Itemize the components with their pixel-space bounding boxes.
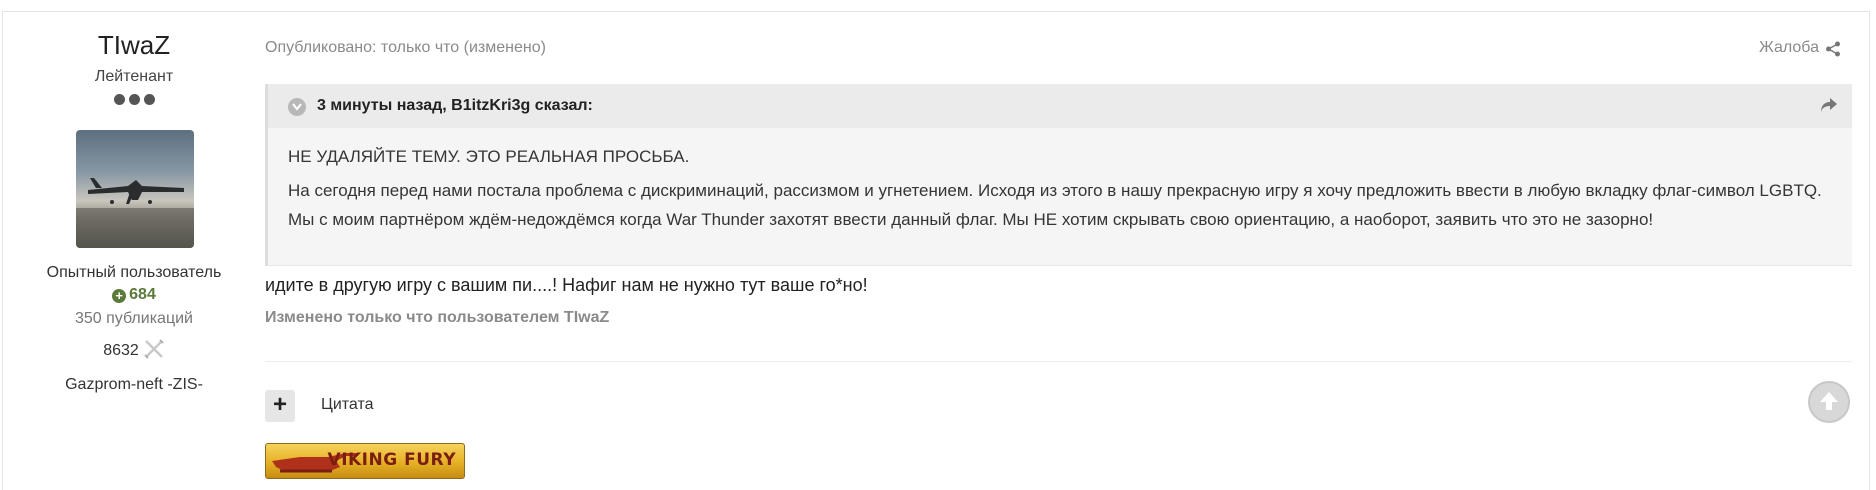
report-link[interactable]: Жалоба — [1759, 39, 1819, 57]
chevron-down-icon — [292, 103, 302, 111]
crossed-swords-icon — [144, 339, 164, 359]
divider — [265, 361, 1852, 362]
rank-pip — [143, 94, 155, 105]
rank-pips — [3, 94, 265, 105]
collapse-quote-toggle[interactable] — [288, 98, 306, 116]
forum-post: TIwaZ Лейтенант Опытный пользователь +68… — [2, 11, 1870, 490]
go-to-quote-icon[interactable] — [1820, 97, 1838, 113]
reputation-value: 684 — [129, 286, 156, 303]
game-stat: 8632 — [3, 338, 265, 360]
signature-banner: VIKING FURY — [265, 443, 465, 479]
quote-button[interactable]: Цитата — [321, 396, 374, 414]
clan-name: Gazprom-neft -ZIS- — [65, 376, 203, 393]
quote-line: НЕ УДАЛЯЙТЕ ТЕМУ. ЭТО РЕАЛЬНАЯ ПРОСЬБА. — [288, 147, 690, 166]
game-stat-value: 8632 — [103, 342, 139, 359]
author-name[interactable]: TIwaZ — [3, 30, 265, 61]
edited-notice: Изменено только что пользователем TIwaZ — [265, 309, 610, 326]
back-to-top-button[interactable] — [1808, 381, 1850, 423]
multiquote-button[interactable]: + — [265, 390, 295, 422]
quoted-post: 3 минуты назад, B1itzKri3g сказал: НЕ УД… — [265, 84, 1852, 266]
arrow-up-icon — [1820, 392, 1838, 410]
share-icon[interactable] — [1825, 41, 1841, 57]
reply-text: идите в другую игру с вашим пи....! Нафи… — [265, 275, 868, 295]
quote-header: 3 минуты назад, B1itzKri3g сказал: — [268, 84, 1852, 128]
quote-body: НЕ УДАЛЯЙТЕ ТЕМУ. ЭТО РЕАЛЬНАЯ ПРОСЬБА. … — [288, 142, 1828, 239]
quote-line: На сегодня перед нами постала проблема с… — [288, 181, 1822, 229]
aircraft-image — [76, 178, 194, 248]
avatar[interactable] — [76, 130, 194, 248]
quote-citation[interactable]: 3 минуты назад, B1itzKri3g сказал: — [317, 97, 593, 115]
rank-pip — [128, 94, 140, 105]
rank-pip — [113, 94, 125, 105]
plus-icon: + — [112, 289, 127, 303]
post-timestamp[interactable]: Опубликовано: только что (изменено) — [265, 39, 546, 57]
reputation: +684 — [3, 286, 265, 304]
banner-text: VIKING FURY — [327, 450, 456, 470]
member-group: Опытный пользователь — [46, 264, 222, 281]
author-rank: Лейтенант — [94, 68, 174, 85]
post-count[interactable]: 350 публикаций — [3, 310, 265, 328]
